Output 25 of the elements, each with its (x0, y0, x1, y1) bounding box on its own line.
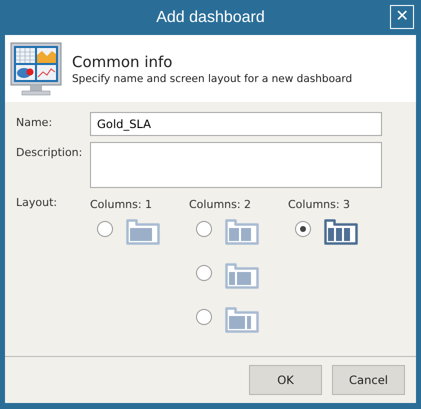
close-button[interactable]: ✕ (390, 5, 414, 29)
layout-icon (225, 263, 259, 289)
field-label: Layout: (16, 195, 58, 209)
column-count-label: Columns: 2 (189, 198, 252, 211)
dialog-button[interactable]: OK (249, 365, 322, 395)
radio-button[interactable] (295, 221, 311, 237)
description-field[interactable] (90, 142, 382, 188)
radio-button[interactable] (196, 309, 212, 325)
layout-icon (126, 219, 160, 245)
name-field[interactable]: Gold_SLA (90, 112, 382, 136)
section-subtitle: Specify name and screen layout for a new dashboard (72, 72, 352, 84)
window-title: Add dashboard (156, 8, 265, 26)
layout-icon (225, 219, 259, 245)
radio-button[interactable] (196, 221, 212, 237)
dashboard-monitor-icon (10, 42, 62, 96)
section-title: Common info (72, 52, 174, 70)
radio-button[interactable] (196, 265, 212, 281)
column-count-label: Columns: 1 (90, 198, 154, 211)
layout-icon (225, 307, 259, 333)
layout-icon (324, 219, 358, 245)
field-label: Name: (16, 115, 54, 129)
dialog-button[interactable]: Cancel (332, 365, 405, 395)
radio-button[interactable] (97, 221, 113, 237)
field-label: Description: (16, 145, 84, 159)
column-count-label: Columns: 3 (288, 198, 352, 211)
